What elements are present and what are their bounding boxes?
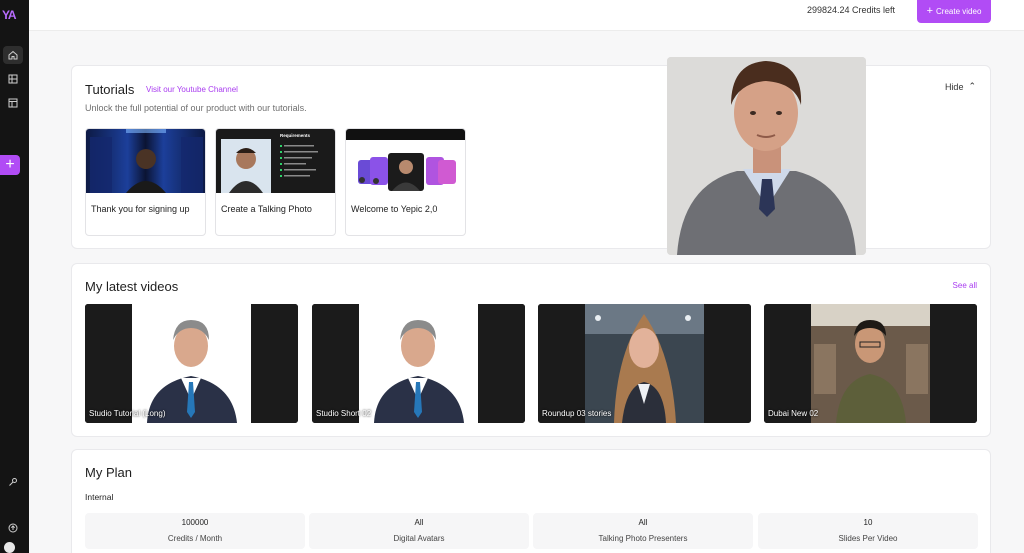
tutorial-label: Welcome to Yepic 2,0 [351,204,438,214]
latest-videos-panel: My latest videos See all Studio Tutorial… [71,263,991,437]
add-icon[interactable]: + [0,155,20,175]
youtube-channel-link[interactable]: Visit our Youtube Channel [146,85,238,94]
plan-stat-label: Credits / Month [167,534,223,543]
plan-stat-value: 100000 [181,518,209,527]
hide-label: Hide [944,81,964,92]
photo-preview [221,139,271,193]
plan-stat: All Digital Avatars [309,513,529,549]
video-title: Roundup 03 stories [542,409,612,418]
video-card[interactable]: Studio Tutorial (Long) [85,304,298,423]
video-title: Studio Tutorial (Long) [89,409,166,418]
key-icon[interactable] [3,473,23,491]
video-library-icon[interactable] [3,70,23,88]
plan-stat-value: All [638,518,648,527]
plan-stat-value: 10 [863,518,873,527]
plan-stat-label: Digital Avatars [393,534,445,543]
video-title: Studio Short 02 [316,409,372,418]
create-video-label: Create video [936,7,982,16]
tutorial-thumbnail: Requirements [216,129,335,193]
hide-tutorials-button[interactable]: Hide ⌃ [945,81,976,92]
chevron-up-icon: ⌃ [968,81,976,91]
create-video-button[interactable]: + Create video [917,0,991,23]
see-all-link[interactable]: See all [953,281,977,290]
credits-remaining: 299824.24 Credits left [806,5,895,15]
tutorial-thumbnail [346,129,465,193]
presenter-video[interactable] [667,57,866,255]
tutorial-label: Thank you for signing up [91,204,190,214]
plan-stat: 10 Slides Per Video [758,513,978,549]
plan-stat: 100000 Credits / Month [85,513,305,549]
video-card[interactable]: Studio Short 02 [312,304,525,423]
plan-stat-value: All [414,518,424,527]
video-card[interactable]: Roundup 03 stories [538,304,751,423]
top-bar: 299824.24 Credits left + Create video [29,0,1024,31]
tutorials-title: Tutorials [85,82,135,97]
app-logo[interactable]: YA [2,8,22,24]
requirements-heading: Requirements [280,133,311,138]
latest-videos-title: My latest videos [85,279,179,294]
tutorial-thumbnail [86,129,205,193]
my-plan-title: My Plan [85,465,132,480]
plus-icon: + [926,5,934,17]
tutorial-card[interactable]: Welcome to Yepic 2,0 [345,128,466,236]
plan-stat-label: Talking Photo Presenters [598,534,688,543]
user-avatar[interactable] [4,542,15,553]
tutorial-card[interactable]: Requirements Create a Talking Photo [215,128,336,236]
plan-tier: Internal [85,492,114,502]
video-card[interactable]: Dubai New 02 [764,304,977,423]
tutorial-label: Create a Talking Photo [221,204,312,214]
template-icon[interactable] [3,94,23,112]
tutorials-subtitle: Unlock the full potential of our product… [85,103,307,113]
home-icon[interactable] [3,46,23,64]
upload-icon[interactable] [3,519,23,537]
sidebar: YA + [0,0,29,553]
plan-stat: All Talking Photo Presenters [533,513,753,549]
tutorial-card[interactable]: Thank you for signing up [85,128,206,236]
video-title: Dubai New 02 [768,409,819,418]
my-plan-panel: My Plan Internal 100000 Credits / Month … [71,449,991,553]
plan-stat-label: Slides Per Video [838,534,898,543]
